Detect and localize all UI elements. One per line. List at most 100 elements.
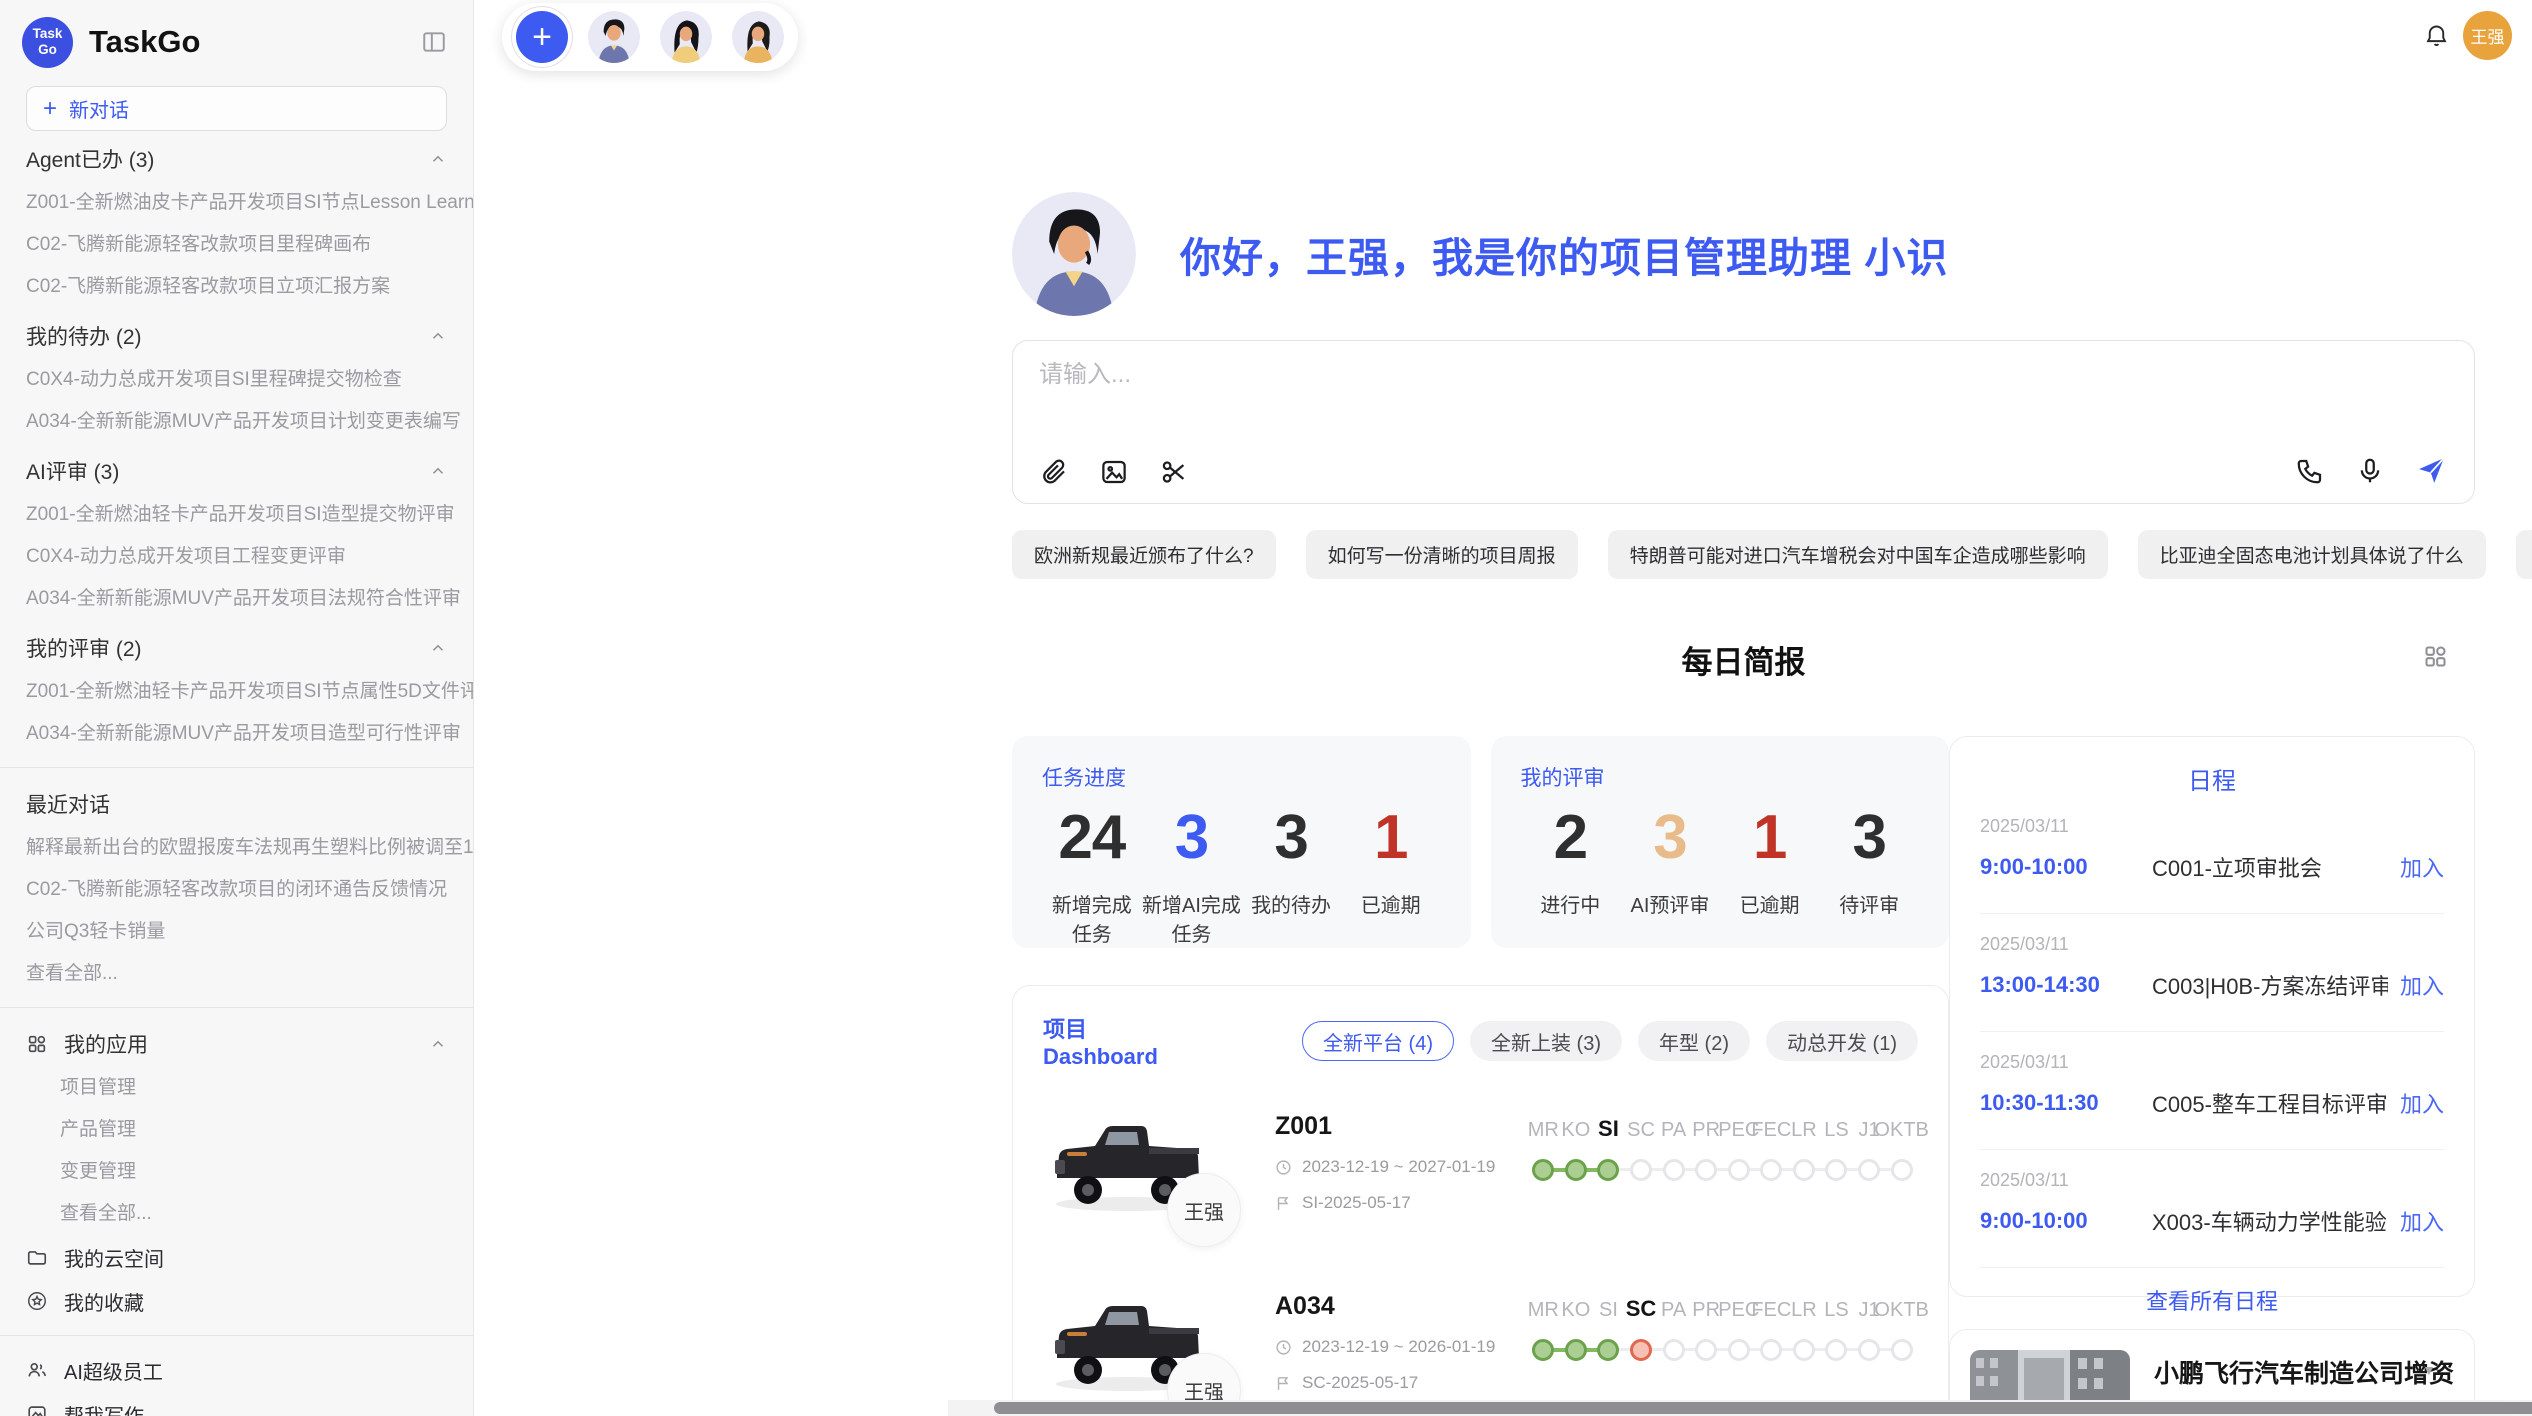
horizontal-scrollbar[interactable]: ▶	[948, 1400, 2532, 1416]
join-link[interactable]: 加入	[2400, 851, 2444, 883]
suggestion-chip[interactable]: 如何写一份清晰的项目周报	[1306, 530, 1578, 579]
app-item-project[interactable]: 项目管理	[0, 1067, 473, 1109]
chevron-up-icon	[429, 462, 447, 480]
owner-badge: 王强	[1167, 1173, 1241, 1247]
section-header-my-todo[interactable]: 我的待办 (2)	[0, 312, 473, 359]
attachment-icon[interactable]	[1039, 457, 1069, 487]
stat-value: 3	[1241, 802, 1341, 873]
suggestion-chip[interactable]: 特朗普可能对进口汽车增税会对中国车企造成哪些影响	[1608, 530, 2108, 579]
app-item-change[interactable]: 变更管理	[0, 1151, 473, 1193]
agent-avatar-3[interactable]	[732, 11, 784, 63]
milestone-node-overdue	[1630, 1339, 1652, 1361]
section-header-recent-chats: 最近对话	[0, 780, 473, 827]
sidebar-item[interactable]: C0X4-动力总成开发项目工程变更评审	[0, 536, 473, 578]
scroll-right-arrow-icon[interactable]: ▶	[2506, 1400, 2516, 1416]
sidebar-item-favorites[interactable]: 我的收藏	[0, 1279, 473, 1323]
project-row[interactable]: 王强 A034 2023-12-19 ~ 2026-01-19	[1043, 1292, 1918, 1416]
section-header-my-apps[interactable]: 我的应用	[0, 1020, 473, 1067]
join-link[interactable]: 加入	[2400, 1205, 2444, 1237]
milestone-fec: FEC	[1755, 1292, 1788, 1370]
stat-value: 3	[1620, 802, 1720, 873]
milestone-label: SC	[1626, 1292, 1657, 1330]
section-header-my-review[interactable]: 我的评审 (2)	[0, 624, 473, 671]
greeting-row: 你好，王强，我是你的项目管理助理 小识	[1012, 192, 2475, 316]
agent-avatar-1[interactable]	[588, 11, 640, 63]
stat-value: 3	[1142, 802, 1242, 873]
layout-grid-icon[interactable]	[2422, 643, 2449, 670]
milestone-ls: LS	[1820, 1292, 1853, 1370]
sidebar-item[interactable]: A034-全新新能源MUV产品开发项目造型可行性评审	[0, 713, 473, 755]
scissors-icon[interactable]	[1159, 457, 1189, 487]
project-dates-text: 2023-12-19 ~ 2026-01-19	[1302, 1337, 1495, 1357]
schedule-time: 13:00-14:30	[1980, 972, 2152, 998]
agent-avatar-2[interactable]	[660, 11, 712, 63]
chevron-up-icon	[429, 327, 447, 345]
sidebar-item[interactable]: C02-飞腾新能源轻客改款项目里程碑画布	[0, 224, 473, 266]
section-header-ai-review[interactable]: AI评审 (3)	[0, 447, 473, 494]
scrollbar-thumb[interactable]	[994, 1402, 2532, 1414]
sidebar-item[interactable]: A034-全新新能源MUV产品开发项目法规符合性评审	[0, 578, 473, 620]
sidebar-item[interactable]: A034-全新新能源MUV产品开发项目计划变更表编写	[0, 401, 473, 443]
tab-new-platform[interactable]: 全新平台 (4)	[1302, 1021, 1454, 1061]
sidebar-item-ai-staff[interactable]: AI超级员工	[0, 1348, 473, 1392]
recent-chat-item[interactable]: C02-飞腾新能源轻客改款项目的闭环通告反馈情况	[0, 869, 473, 911]
stat-label: AI预评审	[1620, 889, 1720, 918]
suggestion-chip[interactable]: 当下年轻人对汽车外观有怎样的喜好趋势	[2516, 530, 2532, 579]
schedule-item: 2025/03/11 13:00-14:30 C003|H0B-方案冻结评审 加…	[1980, 914, 2444, 1032]
stat-label: 新增完成任务	[1042, 889, 1142, 947]
tab-new-body[interactable]: 全新上装 (3)	[1470, 1021, 1622, 1061]
project-row[interactable]: 王强 Z001 2023-12-19 ~ 2027-01-19	[1043, 1112, 1918, 1250]
suggestion-chip[interactable]: 欧洲新规最近颁布了什么?	[1012, 530, 1276, 579]
section-header-agent-done[interactable]: Agent已办 (3)	[0, 135, 473, 182]
stat: 3 我的待办	[1241, 802, 1341, 947]
tab-powertrain[interactable]: 动总开发 (1)	[1766, 1021, 1918, 1061]
recent-chat-item[interactable]: 解释最新出台的欧盟报废车法规再生塑料比例被调至15%...	[0, 827, 473, 869]
schedule-title: 日程	[1980, 761, 2444, 796]
tab-year-model[interactable]: 年型 (2)	[1638, 1021, 1750, 1061]
send-icon[interactable]	[2415, 454, 2448, 487]
join-link[interactable]: 加入	[2400, 969, 2444, 1001]
add-agent-button[interactable]: +	[516, 11, 568, 63]
composer-input[interactable]	[1039, 361, 2448, 389]
my-review-card: 我的评审 2 进行中 3 AI预评审	[1491, 736, 1950, 948]
plus-icon: +	[43, 97, 57, 121]
milestone-label: LS	[1824, 1292, 1848, 1330]
section-title: Agent已办 (3)	[26, 144, 154, 174]
sidebar-item-cloud-space[interactable]: 我的云空间	[0, 1235, 473, 1279]
sidebar-item-help-write[interactable]: 帮我写作	[0, 1392, 473, 1416]
image-icon[interactable]	[1099, 457, 1129, 487]
suggestion-chip[interactable]: 比亚迪全固态电池计划具体说了什么	[2138, 530, 2486, 579]
message-composer[interactable]	[1012, 340, 2475, 504]
view-all-apps[interactable]: 查看全部...	[0, 1193, 473, 1235]
dashboard-title: 项目Dashboard	[1043, 1012, 1180, 1070]
sidebar-item[interactable]: Z001-全新燃油轻卡产品开发项目SI节点属性5D文件评审	[0, 671, 473, 713]
milestone-node-todo	[1825, 1159, 1847, 1181]
user-avatar[interactable]: 王强	[2463, 11, 2512, 60]
new-chat-button[interactable]: + 新对话	[26, 86, 447, 131]
scroll-down-arrow-icon[interactable]: ▼	[2422, 1362, 2436, 1378]
greeting-text: 你好，王强，我是你的项目管理助理 小识	[1180, 224, 1948, 284]
notification-bell-icon[interactable]	[2423, 22, 2450, 49]
join-link[interactable]: 加入	[2400, 1087, 2444, 1119]
milestone-node-done	[1597, 1339, 1619, 1361]
composer-right-tools	[2295, 454, 2448, 487]
flag-icon	[1275, 1375, 1292, 1392]
app-item-product[interactable]: 产品管理	[0, 1109, 473, 1151]
schedule-date: 2025/03/11	[1980, 934, 2444, 955]
sidebar-item[interactable]: C0X4-动力总成开发项目SI里程碑提交物检查	[0, 359, 473, 401]
writing-icon	[26, 1403, 48, 1416]
project-flag-text: SC-2025-05-17	[1302, 1373, 1418, 1393]
sidebar-collapse-icon[interactable]	[421, 29, 447, 55]
microphone-icon[interactable]	[2355, 456, 2385, 486]
sidebar-item[interactable]: Z001-全新燃油轻卡产品开发项目SI造型提交物评审	[0, 494, 473, 536]
section-title: 我的评审 (2)	[26, 633, 142, 663]
milestone-label: PA	[1661, 1292, 1686, 1330]
view-all-chats[interactable]: 查看全部...	[0, 953, 473, 995]
view-all-schedule-link[interactable]: 查看所有日程	[1980, 1268, 2444, 1322]
phone-icon[interactable]	[2295, 456, 2325, 486]
milestone-label: SI	[1599, 1292, 1618, 1330]
recent-chat-item[interactable]: 公司Q3轻卡销量	[0, 911, 473, 953]
milestone-node-todo	[1891, 1159, 1913, 1181]
sidebar-item[interactable]: C02-飞腾新能源轻客改款项目立项汇报方案	[0, 266, 473, 308]
sidebar-item[interactable]: Z001-全新燃油皮卡产品开发项目SI节点Lesson Learn报告	[0, 182, 473, 224]
